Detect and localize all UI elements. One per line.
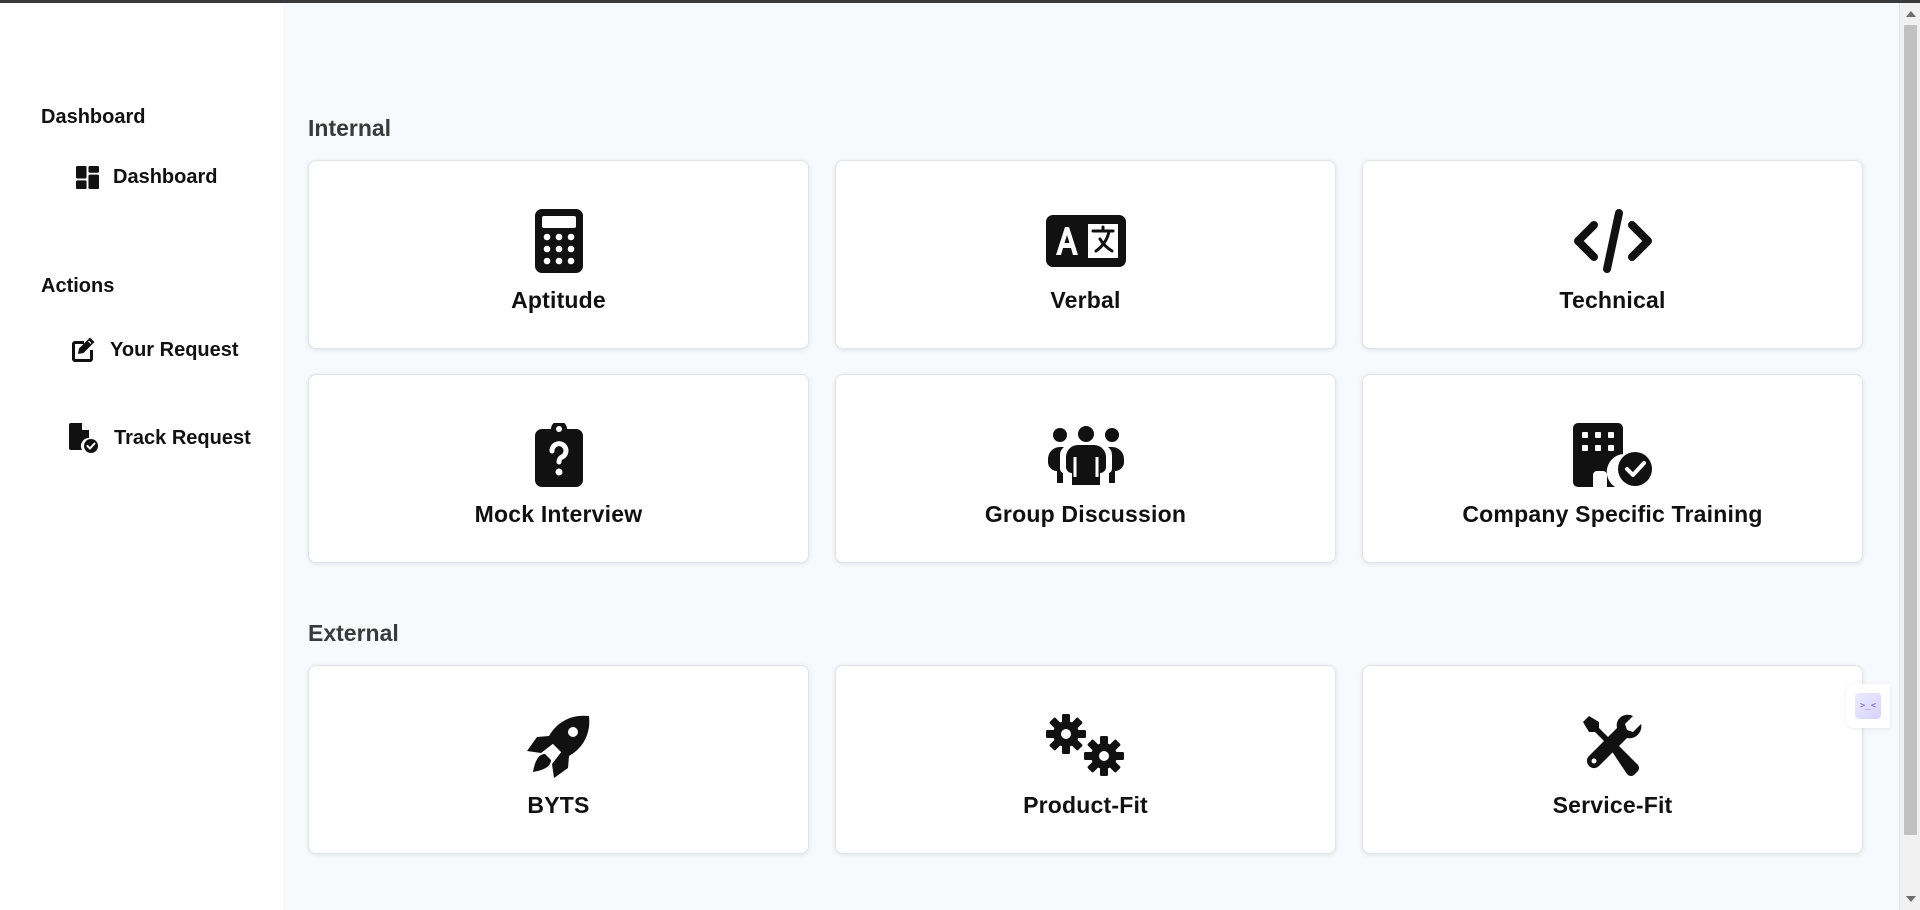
card-label: BYTS [527,792,590,818]
section-title-internal: Internal [308,115,392,141]
scroll-up-arrow-icon[interactable] [1906,11,1916,17]
assistant-icon: >_< [1855,693,1881,719]
floating-assistant-widget[interactable]: >_< [1846,684,1890,728]
assistant-icon-text: >_< [1859,701,1877,711]
card-label: Group Discussion [984,501,1187,527]
card-technical[interactable]: Technical [1362,160,1863,349]
sidebar-item-your-request[interactable]: Your Request [68,336,239,364]
card-aptitude[interactable]: Aptitude [308,160,809,349]
sidebar: Dashboard Dashboard Actions Your Request… [0,3,283,910]
scroll-thumb[interactable] [1904,25,1917,835]
card-service-fit[interactable]: Service-Fit [1362,665,1863,854]
section-title-external: External [308,620,399,646]
sidebar-item-label: Dashboard [113,166,218,188]
vertical-scrollbar[interactable] [1899,3,1920,910]
sidebar-item-label: Track Request [114,426,251,449]
rocket-icon [526,714,591,778]
main-content: Internal Aptitude Verbal Technical Mock … [283,3,1889,910]
sidebar-item-dashboard[interactable]: Dashboard [76,166,217,189]
sidebar-section-actions-title: Actions [41,275,115,297]
dashboard-icon [76,166,99,189]
people-group-icon [1046,423,1126,487]
clipboard-question-icon [534,423,583,487]
sidebar-section-dashboard-title: Dashboard [41,106,146,128]
gears-icon [1045,714,1126,778]
sidebar-item-track-request[interactable]: Track Request [68,422,251,454]
card-label: Product-Fit [1023,792,1148,818]
calculator-icon [534,209,583,273]
language-icon [1045,209,1126,273]
card-label: Service-Fit [1552,792,1673,818]
screwdriver-wrench-icon [1581,714,1645,778]
building-check-icon [1572,423,1653,487]
scroll-down-arrow-icon[interactable] [1906,896,1916,902]
edit-icon [68,336,96,364]
card-product-fit[interactable]: Product-Fit [835,665,1336,854]
file-check-icon [68,422,100,454]
card-label: Company Specific Training [1462,501,1763,527]
code-icon [1572,209,1654,273]
card-verbal[interactable]: Verbal [835,160,1336,349]
sidebar-item-label: Your Request [110,338,239,361]
card-company-specific-training[interactable]: Company Specific Training [1362,374,1863,563]
card-group-discussion[interactable]: Group Discussion [835,374,1336,563]
card-mock-interview[interactable]: Mock Interview [308,374,809,563]
card-byts[interactable]: BYTS [308,665,809,854]
card-label: Mock Interview [474,501,643,527]
card-label: Verbal [1050,287,1121,313]
card-label: Aptitude [511,287,606,313]
card-label: Technical [1559,287,1666,313]
